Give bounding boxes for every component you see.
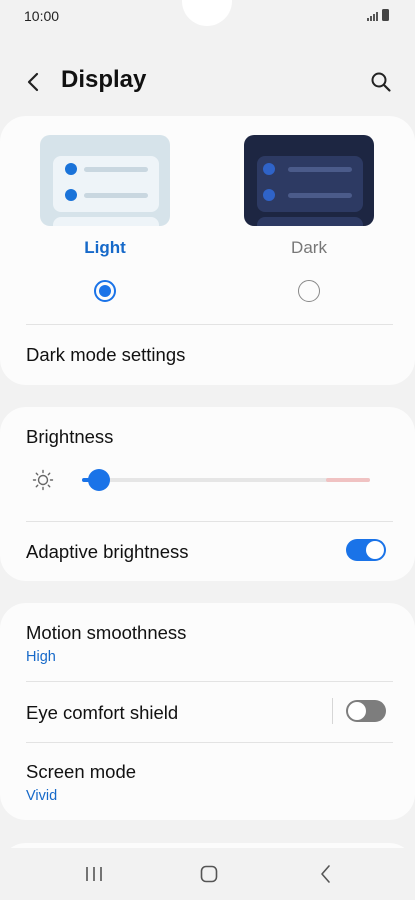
divider [26,521,393,522]
dark-theme-preview[interactable] [244,135,374,226]
motion-smoothness-value: High [26,649,56,665]
theme-label-light: Light [84,238,126,257]
status-bar: 10:00 [0,0,415,34]
page-title: Display [61,66,147,93]
status-icons [367,9,389,21]
screen-mode-value: Vivid [26,788,58,804]
eye-comfort-shield-label[interactable]: Eye comfort shield [26,702,178,724]
theme-card: Light Dark Dark mode settings [0,116,415,385]
sun-icon [32,469,54,491]
dark-radio-button[interactable] [298,280,320,302]
brightness-card: Brightness Adaptive brightness [0,407,415,581]
adaptive-brightness-toggle[interactable] [346,539,386,561]
theme-option-light[interactable]: Light [40,135,170,302]
dark-mode-settings-item[interactable]: Dark mode settings [26,344,185,366]
back-arrow-icon[interactable] [22,70,46,94]
adaptive-brightness-label[interactable]: Adaptive brightness [26,541,189,563]
light-radio-button[interactable] [94,280,116,302]
recents-icon[interactable] [82,862,106,886]
signal-icon [367,12,378,21]
screen-mode-label: Screen mode [26,761,137,782]
light-theme-preview[interactable] [40,135,170,226]
divider [26,681,393,682]
brightness-slider-high-zone [326,478,370,482]
theme-option-dark[interactable]: Dark [244,135,374,302]
home-icon[interactable] [197,862,221,886]
divider [26,324,393,325]
display-options-card: Motion smoothness High Eye comfort shiel… [0,603,415,820]
brightness-label: Brightness [26,426,114,447]
motion-smoothness-label: Motion smoothness [26,622,187,643]
search-icon[interactable] [369,70,393,94]
battery-icon [382,9,389,21]
vertical-divider [332,698,333,724]
brightness-slider-thumb[interactable] [88,469,110,491]
navigation-bar [0,848,415,900]
eye-comfort-shield-toggle[interactable] [346,700,386,722]
app-header: Display [0,60,415,104]
brightness-slider[interactable] [82,469,370,491]
theme-label-dark: Dark [291,238,327,257]
back-icon[interactable] [314,862,338,886]
status-time: 10:00 [24,8,60,24]
camera-notch [182,0,232,26]
divider [26,742,393,743]
